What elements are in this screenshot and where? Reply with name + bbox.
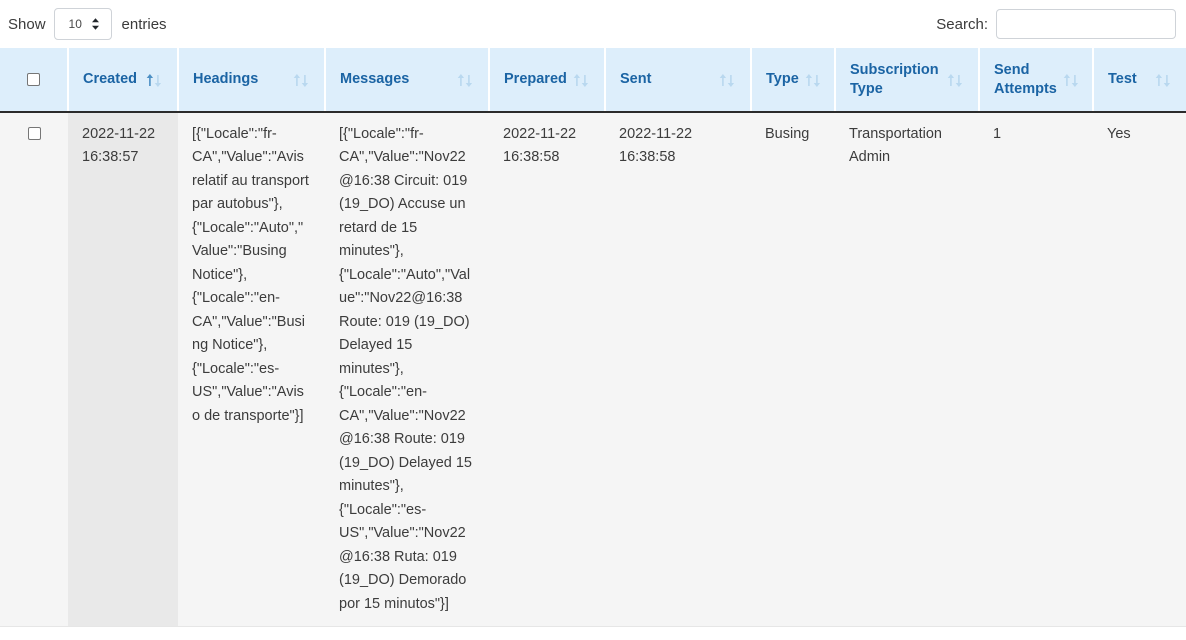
select-all-checkbox[interactable] [27, 73, 40, 86]
page-length-control: Show 10 entries [8, 8, 167, 40]
cell-test: Yes [1093, 112, 1186, 628]
column-label-send-attempts: Send Attempts [994, 62, 1057, 97]
cell-created: 2022-11-22 16:38:57 [68, 112, 178, 628]
column-label-type: Type [766, 71, 799, 88]
cell-subscription-type: Transportation Admin [835, 112, 979, 628]
sort-ascending-active-icon[interactable] [146, 71, 163, 88]
column-header-send-attempts[interactable]: Send Attempts [979, 48, 1094, 113]
column-header-prepared[interactable]: Prepared [489, 48, 606, 113]
cell-headings: [{"Locale":"fr-CA","Value":"Avis relatif… [178, 112, 325, 628]
sort-icon[interactable] [947, 71, 964, 88]
row-select-checkbox[interactable] [27, 127, 41, 140]
cell-prepared: 2022-11-22 16:38:58 [489, 112, 605, 628]
column-label-headings: Headings [193, 71, 259, 88]
sort-icon[interactable] [1155, 71, 1172, 88]
sort-icon[interactable] [293, 71, 310, 88]
page-length-value: 10 [68, 17, 82, 31]
column-label-sent: Sent [620, 71, 652, 88]
column-label-test: Test [1108, 71, 1137, 88]
cell-messages: [{"Locale":"fr-CA","Value":"Nov22@16:38 … [325, 112, 489, 628]
column-label-created: Created [83, 71, 137, 88]
page-length-select[interactable]: 10 [53, 8, 112, 40]
chevron-up-down-icon [90, 17, 101, 31]
column-header-messages[interactable]: Messages [325, 48, 490, 113]
sort-icon[interactable] [1063, 71, 1080, 88]
column-header-type[interactable]: Type [751, 48, 836, 113]
table-header-row: Created Headings Messages Prepared Sent … [0, 48, 1186, 113]
entries-label: entries [121, 15, 167, 33]
search-input[interactable] [996, 9, 1176, 39]
table-body: 2022-11-22 16:38:57 [{"Locale":"fr-CA","… [0, 112, 1186, 628]
sort-icon[interactable] [805, 71, 822, 88]
show-label: Show [8, 15, 46, 33]
table-row[interactable]: 2022-11-22 16:38:57 [{"Locale":"fr-CA","… [0, 112, 1186, 628]
column-label-messages: Messages [340, 71, 410, 88]
column-label-prepared: Prepared [504, 71, 567, 88]
column-label-subscription-type: Subscription Type [850, 62, 939, 97]
datatable-page: Show 10 entries Search: Created Headings… [0, 0, 1186, 640]
table-header: Created Headings Messages Prepared Sent … [0, 48, 1186, 113]
notifications-table: Created Headings Messages Prepared Sent … [0, 48, 1186, 628]
cell-type: Busing [751, 112, 835, 628]
column-header-select-all[interactable] [0, 48, 69, 113]
cell-sent: 2022-11-22 16:38:58 [605, 112, 751, 628]
cell-send-attempts: 1 [979, 112, 1093, 628]
search-control: Search: [936, 9, 1176, 39]
sort-icon[interactable] [719, 71, 736, 88]
column-header-subscription-type[interactable]: Subscription Type [835, 48, 980, 113]
sort-icon[interactable] [457, 71, 474, 88]
column-header-sent[interactable]: Sent [605, 48, 752, 113]
row-select-cell[interactable] [0, 112, 68, 628]
column-header-headings[interactable]: Headings [178, 48, 326, 113]
column-header-test[interactable]: Test [1093, 48, 1186, 113]
search-label: Search: [936, 15, 988, 33]
sort-icon[interactable] [573, 71, 590, 88]
table-controls-bar: Show 10 entries Search: [0, 0, 1186, 48]
column-header-created[interactable]: Created [68, 48, 179, 113]
